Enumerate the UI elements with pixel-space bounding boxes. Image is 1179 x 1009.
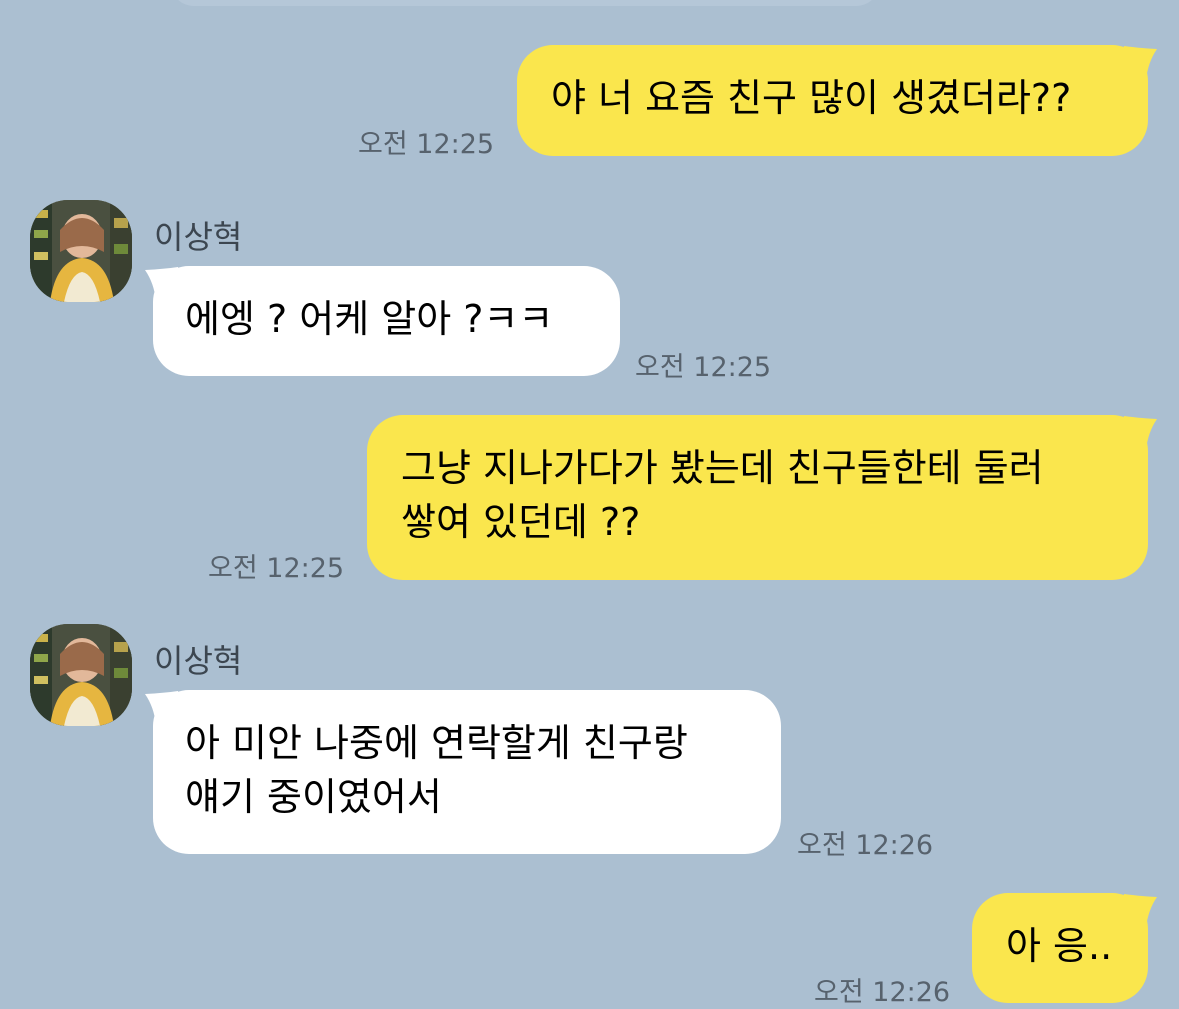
my-message-bubble[interactable]: 그냥 지나가다가 봤는데 친구들한테 둘러 쌓여 있던데 ?? [367, 415, 1148, 580]
previous-message-bubble [170, 0, 880, 6]
sender-name: 이상혁 [154, 642, 243, 680]
bubble-tail [1124, 894, 1157, 928]
their-message-bubble[interactable]: 에엥 ? 어케 알아 ?ㅋㅋ [153, 266, 620, 376]
message-text-line: 쌓여 있던데 ?? [401, 500, 641, 544]
avatar[interactable] [30, 624, 132, 726]
message-time: 오전 12:26 [797, 830, 934, 861]
bubble-tail [1124, 46, 1157, 80]
their-message-bubble[interactable]: 아 미안 나중에 연락할게 친구랑 얘기 중이였어서 [153, 690, 781, 854]
profile-photo-icon [30, 200, 132, 302]
avatar[interactable] [30, 200, 132, 302]
message-time: 오전 12:26 [814, 977, 951, 1008]
message-text: 에엥 ? 어케 알아 ?ㅋㅋ [185, 297, 554, 341]
bubble-tail [145, 267, 178, 301]
message-text: 아 응.. [1006, 924, 1113, 968]
message-time: 오전 12:25 [358, 129, 495, 160]
my-message-bubble[interactable]: 아 응.. [972, 893, 1148, 1003]
bubble-tail [145, 691, 178, 725]
message-time: 오전 12:25 [208, 553, 345, 584]
sender-name: 이상혁 [154, 218, 243, 256]
profile-photo-icon [30, 624, 132, 726]
message-text: 야 너 요즘 친구 많이 생겼더라?? [551, 76, 1072, 120]
bubble-tail [1124, 416, 1157, 450]
message-text-line: 그냥 지나가다가 봤는데 친구들한테 둘러 [401, 446, 1044, 490]
my-message-bubble[interactable]: 야 너 요즘 친구 많이 생겼더라?? [517, 45, 1148, 156]
message-text-line: 아 미안 나중에 연락할게 친구랑 [185, 721, 688, 765]
message-text-line: 얘기 중이였어서 [185, 775, 442, 819]
message-time: 오전 12:25 [635, 352, 772, 383]
